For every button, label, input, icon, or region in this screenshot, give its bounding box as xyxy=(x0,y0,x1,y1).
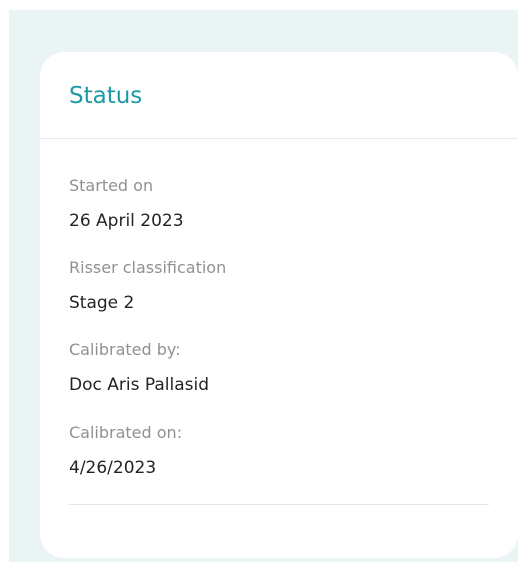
calibrated-on-value: 4/26/2023 xyxy=(69,458,157,478)
status-card-header: Status xyxy=(40,52,518,139)
started-on-label: Started on xyxy=(69,176,154,195)
risser-classification-label: Risser classification xyxy=(69,258,227,277)
calibrated-by-value: Doc Aris Pallasid xyxy=(69,375,209,395)
status-card-title: Status xyxy=(69,83,143,109)
calibrated-by-label: Calibrated by: xyxy=(69,340,181,359)
status-card: Status Started on 26 April 2023 Risser c… xyxy=(40,52,518,558)
page-background: Status Started on 26 April 2023 Risser c… xyxy=(9,10,518,562)
calibrated-on-label: Calibrated on: xyxy=(69,423,183,442)
started-on-value: 26 April 2023 xyxy=(69,211,184,231)
card-bottom-divider xyxy=(69,504,489,505)
risser-classification-value: Stage 2 xyxy=(69,293,135,313)
